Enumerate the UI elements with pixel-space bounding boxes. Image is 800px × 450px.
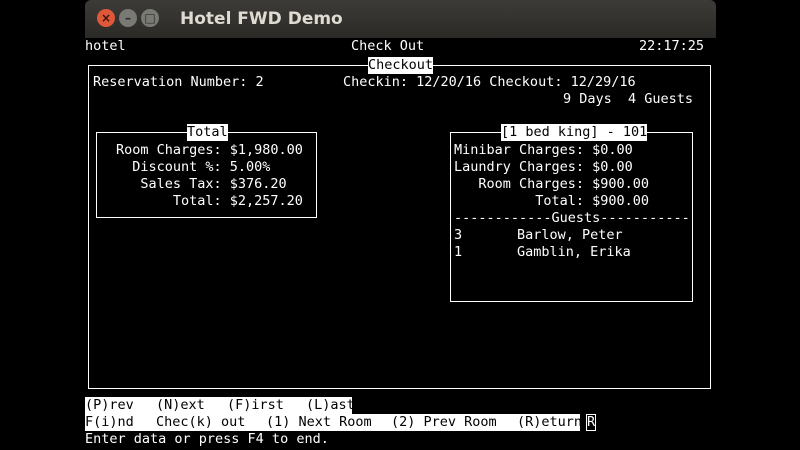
- menu-first[interactable]: (F)irst: [227, 397, 284, 414]
- menu-checkout[interactable]: Chec(k) out: [156, 414, 245, 431]
- menu-prev-room[interactable]: (2) Prev Room: [391, 414, 497, 431]
- screen-name: Check Out: [351, 38, 425, 54]
- menu-find[interactable]: F(i)nd: [85, 414, 134, 431]
- guest-number: 1: [454, 244, 463, 260]
- sales-tax-line: Sales Tax: $376.20: [116, 176, 287, 192]
- menu-next[interactable]: (N)ext: [156, 397, 205, 414]
- window-titlebar: × – □ Hotel FWD Demo: [85, 0, 716, 39]
- maximize-window-button[interactable]: □: [141, 9, 159, 27]
- stay-summary: 9 Days 4 Guests: [563, 91, 694, 107]
- checkin-checkout-dates: Checkin: 12/20/16 Checkout: 12/29/16: [343, 74, 636, 90]
- room-room-charges-line: Room Charges: $900.00: [454, 176, 650, 192]
- close-window-button[interactable]: ×: [97, 9, 115, 27]
- menu-prev[interactable]: (P)rev: [85, 397, 134, 414]
- total-box-title: Total: [187, 124, 228, 141]
- menu-next-room[interactable]: (1) Next Room: [266, 414, 372, 431]
- text-cursor: R: [586, 414, 597, 431]
- minibar-charges-line: Minibar Charges: $0.00: [454, 142, 633, 158]
- room-box-title: [1 bed king] - 101: [501, 124, 648, 141]
- room-total-line: Total: $900.00: [454, 193, 650, 209]
- laundry-charges-line: Laundry Charges: $0.00: [454, 159, 633, 175]
- window-title: Hotel FWD Demo: [180, 9, 343, 29]
- terminal-screen[interactable]: hotel Check Out 22:17:25 Checkout Reserv…: [85, 38, 716, 450]
- guest-name: Gamblin, Erika: [517, 244, 631, 260]
- room-charges-line: Room Charges: $1,980.00: [116, 142, 303, 158]
- total-line: Total: $2,257.20: [116, 193, 303, 209]
- guests-divider: ------------Guests-----------: [454, 210, 690, 226]
- clock: 22:17:25: [638, 38, 704, 54]
- minimize-window-button[interactable]: –: [119, 9, 137, 27]
- menu-return[interactable]: (R)eturn: [517, 414, 582, 431]
- reservation-number: Reservation Number: 2: [93, 74, 264, 90]
- app-name: hotel: [85, 38, 126, 54]
- menu-last[interactable]: (L)ast: [306, 397, 355, 414]
- checkout-frame-title: Checkout: [368, 57, 434, 74]
- status-line: Enter data or press F4 to end.: [85, 431, 329, 447]
- guest-name: Barlow, Peter: [517, 227, 623, 243]
- discount-line: Discount %: 5.00%: [116, 159, 271, 175]
- guest-number: 3: [454, 227, 463, 243]
